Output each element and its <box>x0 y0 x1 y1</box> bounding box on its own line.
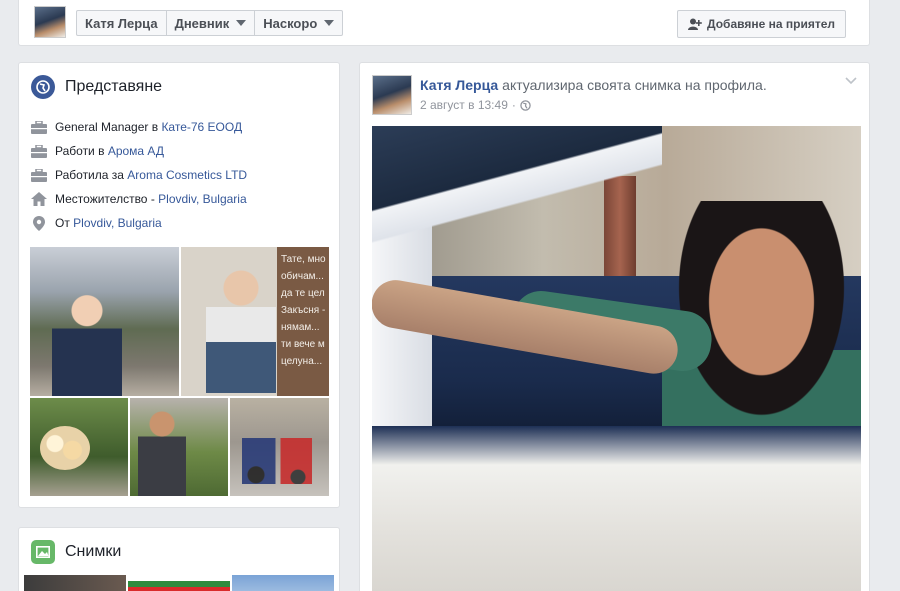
photo-quote-text: Тате, мно обичам... да те цел Закъсня - … <box>281 254 326 367</box>
add-friend-button[interactable]: Добавяне на приятел <box>677 10 846 38</box>
add-friend-label: Добавяне на приятел <box>707 17 835 31</box>
chevron-down-icon <box>324 20 335 26</box>
nav-recent-label: Наскоро <box>263 15 318 31</box>
globe-icon[interactable] <box>520 99 531 111</box>
photo-thumb[interactable] <box>232 575 334 591</box>
photo-icon <box>31 540 55 564</box>
post-action-text: актуализира своята снимка на профила. <box>502 77 767 93</box>
profile-avatar[interactable] <box>34 6 66 38</box>
intro-item-link[interactable]: Aroma Cosmetics LTD <box>127 168 247 182</box>
profile-nav: Катя Лерца Дневник Наскоро <box>76 10 344 36</box>
intro-item-work-3: Работила за Aroma Cosmetics LTD <box>31 163 247 187</box>
home-icon <box>31 191 47 207</box>
nav-recent[interactable]: Наскоро <box>254 11 342 35</box>
intro-item-link[interactable]: Plovdiv, Bulgaria <box>73 216 162 230</box>
post-timestamp[interactable]: 2 август в 13:49 <box>420 98 508 112</box>
intro-item-lives-in: Местожителство - Plovdiv, Bulgaria <box>31 187 247 211</box>
post-author-name[interactable]: Катя Лерца <box>420 77 498 93</box>
nav-name-label: Катя Лерца <box>85 15 158 31</box>
intro-list: General Manager в Кате-76 ЕООД Работи в … <box>31 115 247 235</box>
intro-title-text: Представяне <box>65 78 163 95</box>
chevron-down-icon[interactable] <box>845 77 857 85</box>
intro-title: Представяне <box>31 75 162 99</box>
intro-item-from: От Plovdiv, Bulgaria <box>31 211 247 235</box>
intro-item-link[interactable]: Кате-76 ЕООД <box>161 120 242 134</box>
intro-item-link[interactable]: Арома АД <box>108 144 164 158</box>
intro-item-text: Работила за <box>55 168 128 182</box>
briefcase-icon <box>31 119 47 135</box>
nav-name[interactable]: Катя Лерца <box>77 11 166 35</box>
intro-card: Представяне General Manager в Кате-76 ЕО… <box>18 62 340 508</box>
photos-title-text: Снимки <box>65 543 122 560</box>
intro-item-work-2: Работи в Арома АД <box>31 139 247 163</box>
photos-card: Снимки <box>18 527 340 591</box>
intro-item-text: Работи в <box>55 144 108 158</box>
add-friend-icon <box>688 18 702 30</box>
featured-photo-3[interactable] <box>30 398 128 496</box>
post-header: Катя Лерца актуализира своята снимка на п… <box>420 77 767 93</box>
featured-photo-4[interactable] <box>130 398 228 496</box>
briefcase-icon <box>31 143 47 159</box>
profile-header: Катя Лерца Дневник Наскоро Добавяне на п… <box>18 0 870 46</box>
meta-separator: · <box>511 98 516 112</box>
profile-photo-post: Катя Лерца актуализира своята снимка на п… <box>359 62 870 591</box>
intro-item-text: General Manager в <box>55 120 162 134</box>
globe-icon <box>31 75 55 99</box>
intro-item-text: От <box>55 216 74 230</box>
briefcase-icon <box>31 167 47 183</box>
nav-timeline[interactable]: Дневник <box>165 11 255 35</box>
photos-title: Снимки <box>31 540 121 564</box>
featured-photo-2[interactable]: Тате, мно обичам... да те цел Закъсня - … <box>181 247 329 396</box>
intro-item-text: Местожителство - <box>55 192 159 206</box>
photo-thumb[interactable] <box>24 575 126 591</box>
intro-item-work-1: General Manager в Кате-76 ЕООД <box>31 115 247 139</box>
post-photo[interactable] <box>372 126 861 591</box>
nav-timeline-label: Дневник <box>174 15 230 31</box>
intro-item-link[interactable]: Plovdiv, Bulgaria <box>158 192 247 206</box>
post-author-avatar[interactable] <box>372 75 412 115</box>
post-meta: 2 август в 13:49 · <box>420 98 531 112</box>
chevron-down-icon <box>236 20 247 26</box>
photos-thumbnails <box>24 575 334 591</box>
featured-photo-1[interactable] <box>30 247 179 396</box>
location-pin-icon <box>31 215 47 231</box>
photo-thumb[interactable] <box>128 575 230 591</box>
featured-photo-5[interactable] <box>230 398 329 496</box>
